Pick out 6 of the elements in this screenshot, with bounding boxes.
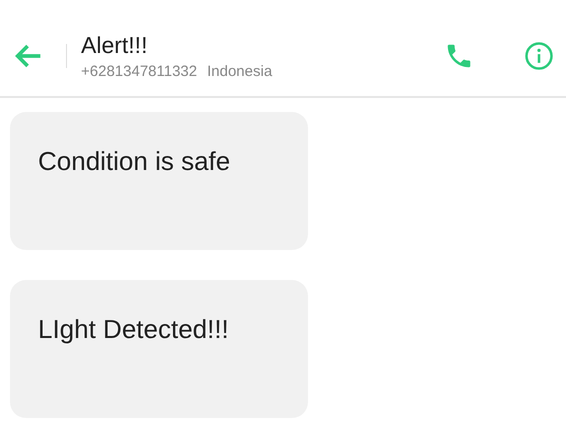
phone-number: +6281347811332 <box>81 63 198 80</box>
info-icon[interactable] <box>524 41 554 71</box>
message-bubble: LIght Detected!!! <box>10 280 308 418</box>
country-label: Indonesia <box>207 63 272 80</box>
message-bubble: Condition is safe <box>10 112 308 250</box>
contact-name: Alert!!! <box>81 32 148 59</box>
